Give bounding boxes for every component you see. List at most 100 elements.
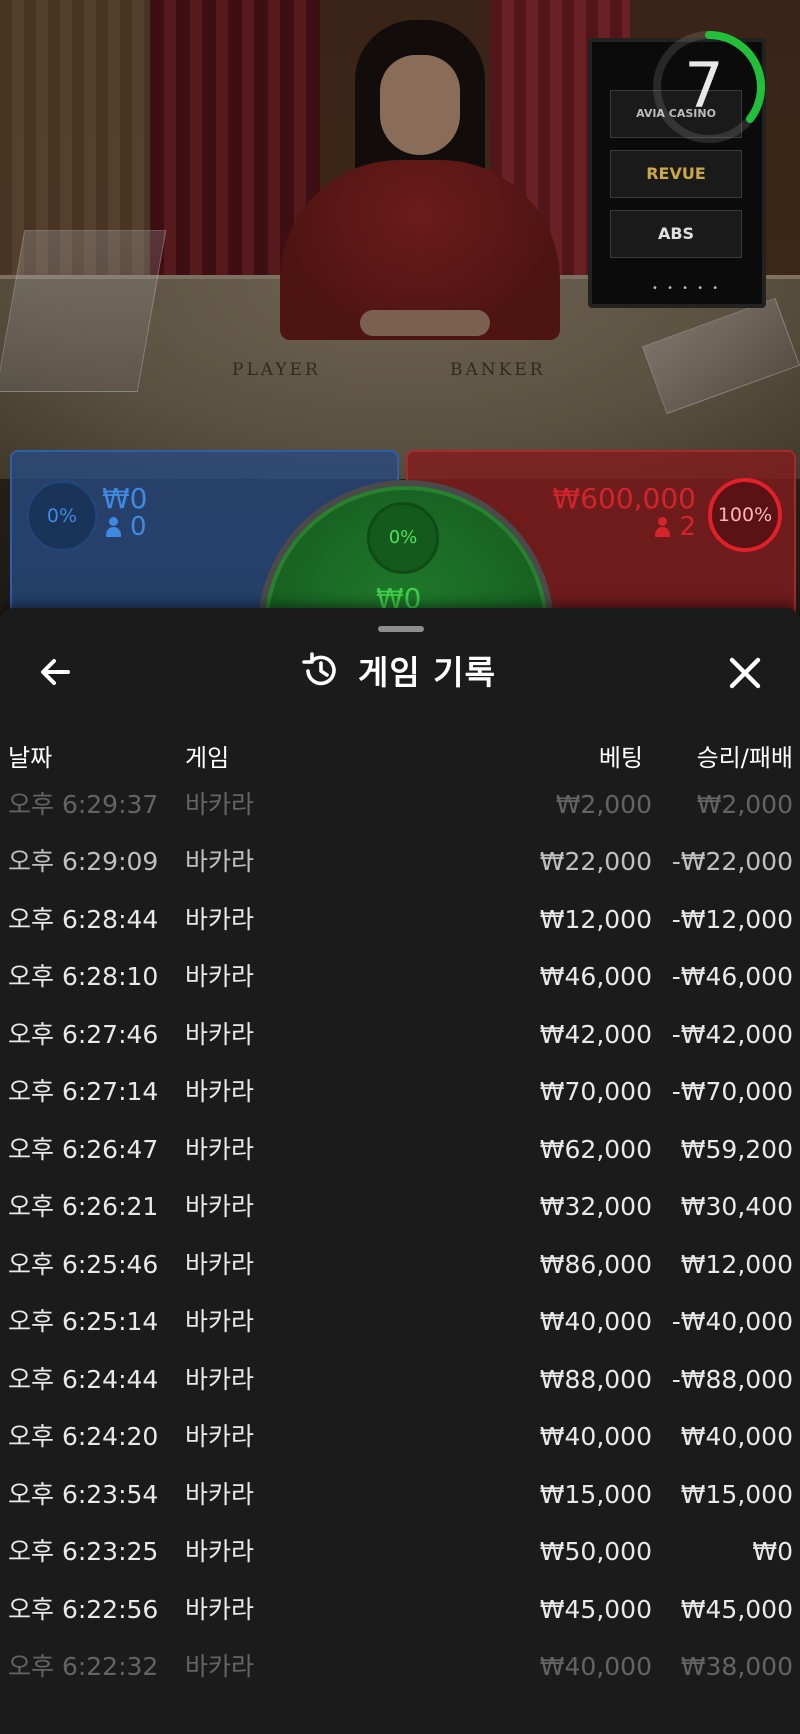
row-time: 오후 6:28:10 — [8, 962, 159, 991]
row-result: ₩30,400 — [680, 1192, 793, 1221]
banker-stake: ₩600,000 — [552, 482, 696, 515]
row-time: 오후 6:25:14 — [8, 1307, 159, 1336]
row-result: -₩12,000 — [671, 905, 793, 934]
person-icon — [106, 517, 121, 537]
close-icon — [729, 657, 761, 689]
row-bet: ₩2,000 — [555, 790, 652, 819]
row-game: 바카라 — [185, 1652, 255, 1681]
row-result: -₩42,000 — [671, 1020, 793, 1049]
row-result: ₩0 — [752, 1537, 793, 1566]
row-time: 오후 6:23:54 — [8, 1480, 159, 1509]
row-result: -₩46,000 — [671, 962, 793, 991]
row-result: ₩2,000 — [696, 790, 793, 819]
row-game: 바카라 — [185, 962, 255, 991]
row-game: 바카라 — [185, 1250, 255, 1279]
row-bet: ₩46,000 — [539, 962, 652, 991]
row-game: 바카라 — [185, 847, 255, 876]
row-bet: ₩40,000 — [539, 1652, 652, 1681]
player-floor-label: PLAYER — [232, 360, 321, 380]
row-bet: ₩40,000 — [539, 1422, 652, 1451]
row-bet: ₩40,000 — [539, 1307, 652, 1336]
row-bet: ₩32,000 — [539, 1192, 652, 1221]
row-time: 오후 6:27:14 — [8, 1077, 159, 1106]
history-row[interactable]: 오후 6:27:46 바카라 ₩42,000 -₩42,000 — [0, 1018, 800, 1075]
row-time: 오후 6:26:21 — [8, 1192, 159, 1221]
history-row[interactable]: 오후 6:29:09 바카라 ₩22,000 -₩22,000 — [0, 845, 800, 902]
history-row[interactable]: 오후 6:28:44 바카라 ₩12,000 -₩12,000 — [0, 903, 800, 960]
row-game: 바카라 — [185, 1537, 255, 1566]
row-time: 오후 6:24:44 — [8, 1365, 159, 1394]
banker-count: 2 — [655, 512, 696, 542]
row-time: 오후 6:29:37 — [8, 790, 159, 819]
row-time: 오후 6:26:47 — [8, 1135, 159, 1164]
row-game: 바카라 — [185, 1595, 255, 1624]
player-count: 0 — [106, 512, 147, 542]
sponsor-panel: ABS — [610, 210, 742, 258]
history-row[interactable]: 오후 6:25:14 바카라 ₩40,000 -₩40,000 — [0, 1305, 800, 1362]
row-bet: ₩88,000 — [539, 1365, 652, 1394]
row-game: 바카라 — [185, 790, 255, 819]
sponsor-panel: REVUE — [610, 150, 742, 198]
history-row[interactable]: 오후 6:22:32 바카라 ₩40,000 ₩38,000 — [0, 1650, 800, 1707]
person-icon — [655, 517, 671, 537]
row-bet: ₩42,000 — [539, 1020, 652, 1049]
history-row[interactable]: 오후 6:22:56 바카라 ₩45,000 ₩45,000 — [0, 1593, 800, 1650]
row-time: 오후 6:27:46 — [8, 1020, 159, 1049]
history-row[interactable]: 오후 6:26:21 바카라 ₩32,000 ₩30,400 — [0, 1190, 800, 1247]
history-row[interactable]: 오후 6:27:14 바카라 ₩70,000 -₩70,000 — [0, 1075, 800, 1132]
row-game: 바카라 — [185, 905, 255, 934]
row-game: 바카라 — [185, 1077, 255, 1106]
row-game: 바카라 — [185, 1365, 255, 1394]
sheet-title: 게임 기록 — [300, 648, 496, 692]
row-bet: ₩86,000 — [539, 1250, 652, 1279]
row-result: ₩40,000 — [680, 1422, 793, 1451]
card-shoe — [0, 230, 167, 392]
row-result: ₩45,000 — [680, 1595, 793, 1624]
history-row[interactable]: 오후 6:23:25 바카라 ₩50,000 ₩0 — [0, 1535, 800, 1592]
player-stake: ₩0 — [102, 482, 148, 515]
row-game: 바카라 — [185, 1480, 255, 1509]
close-button[interactable] — [722, 650, 768, 696]
history-row[interactable]: 오후 6:24:44 바카라 ₩88,000 -₩88,000 — [0, 1363, 800, 1420]
row-time: 오후 6:25:46 — [8, 1250, 159, 1279]
back-button[interactable] — [34, 650, 78, 694]
tie-percent: 0% — [367, 502, 439, 574]
column-header-game: 게임 — [185, 744, 230, 772]
column-header-bet: 베팅 — [598, 744, 643, 772]
row-result: ₩15,000 — [680, 1480, 793, 1509]
row-time: 오후 6:28:44 — [8, 905, 159, 934]
arrow-left-icon — [41, 659, 70, 685]
row-bet: ₩45,000 — [539, 1595, 652, 1624]
history-row[interactable]: 오후 6:29:37 바카라 ₩2,000 ₩2,000 — [0, 788, 800, 845]
sheet-drag-handle[interactable] — [378, 626, 424, 632]
pager-dots: • • • • • — [652, 283, 722, 294]
row-time: 오후 6:24:20 — [8, 1422, 159, 1451]
history-row[interactable]: 오후 6:23:54 바카라 ₩15,000 ₩15,000 — [0, 1478, 800, 1535]
history-row[interactable]: 오후 6:25:46 바카라 ₩86,000 ₩12,000 — [0, 1248, 800, 1305]
history-row[interactable]: 오후 6:24:20 바카라 ₩40,000 ₩40,000 — [0, 1420, 800, 1477]
row-game: 바카라 — [185, 1020, 255, 1049]
row-bet: ₩70,000 — [539, 1077, 652, 1106]
countdown-timer: 7 — [684, 49, 724, 122]
page-title: 게임 기록 — [358, 653, 496, 692]
player-percent: 0% — [26, 480, 98, 552]
banker-percent: 100% — [708, 478, 782, 552]
row-result: -₩88,000 — [671, 1365, 793, 1394]
history-icon — [302, 652, 336, 686]
row-game: 바카라 — [185, 1422, 255, 1451]
history-row[interactable]: 오후 6:26:47 바카라 ₩62,000 ₩59,200 — [0, 1133, 800, 1190]
row-result: ₩38,000 — [680, 1652, 793, 1681]
row-time: 오후 6:29:09 — [8, 847, 159, 876]
row-time: 오후 6:22:56 — [8, 1595, 159, 1624]
history-row[interactable]: 오후 6:28:10 바카라 ₩46,000 -₩46,000 — [0, 960, 800, 1017]
row-result: ₩59,200 — [680, 1135, 793, 1164]
row-bet: ₩62,000 — [539, 1135, 652, 1164]
row-game: 바카라 — [185, 1307, 255, 1336]
row-bet: ₩15,000 — [539, 1480, 652, 1509]
row-time: 오후 6:22:32 — [8, 1652, 159, 1681]
row-bet: ₩50,000 — [539, 1537, 652, 1566]
row-bet: ₩12,000 — [539, 905, 652, 934]
row-result: -₩22,000 — [671, 847, 793, 876]
dealer — [270, 20, 570, 340]
row-game: 바카라 — [185, 1192, 255, 1221]
